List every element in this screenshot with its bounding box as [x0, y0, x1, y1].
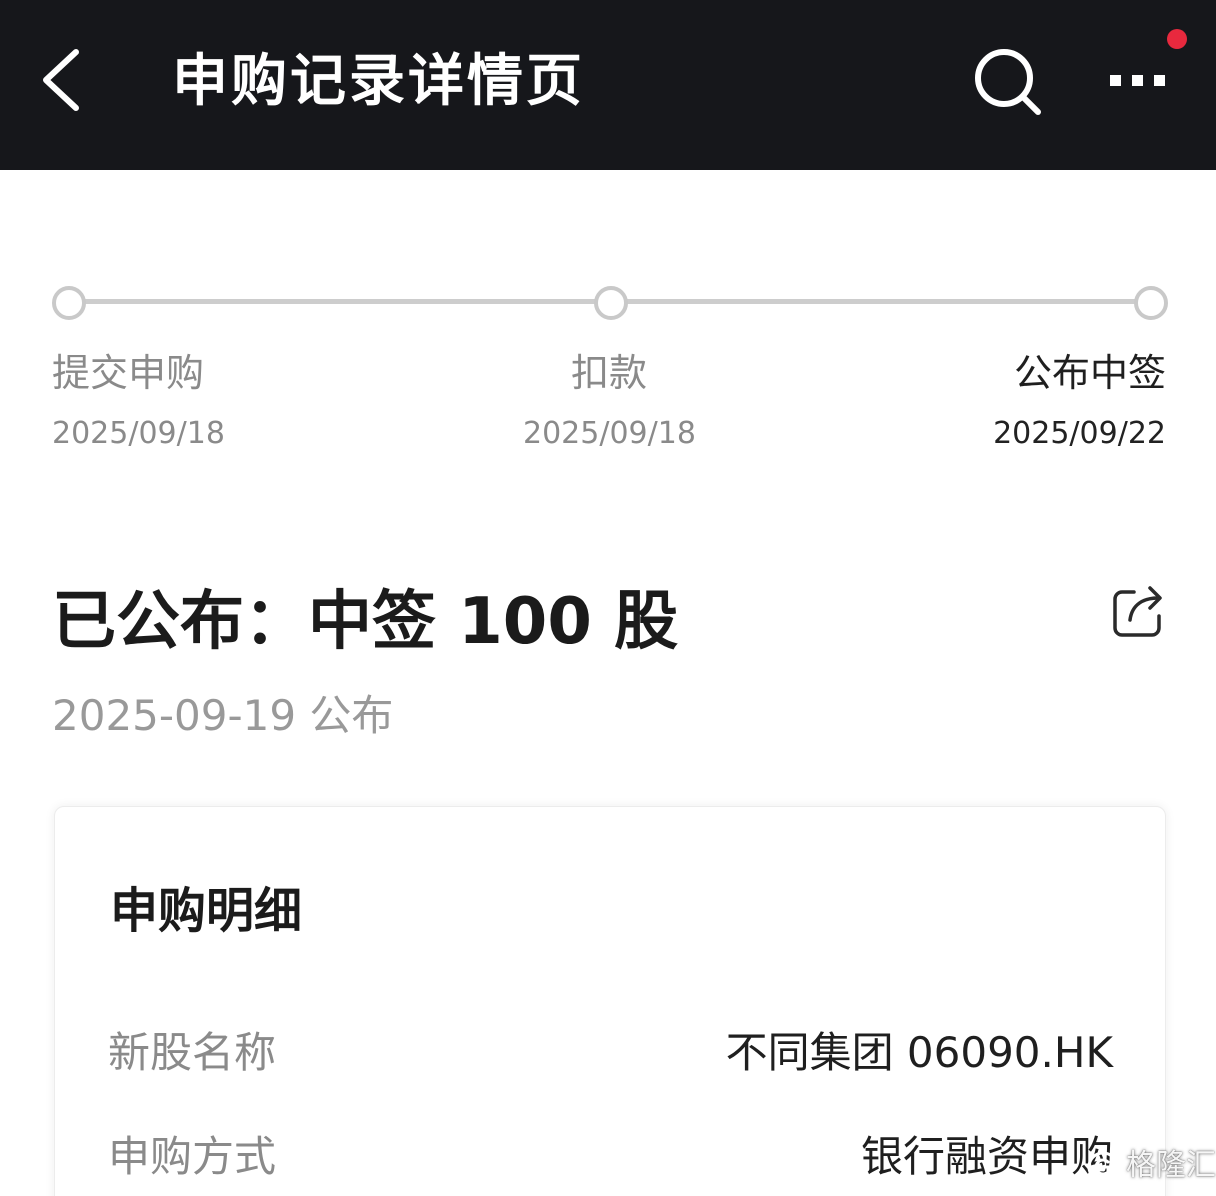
detail-card-title: 申购明细 [110, 883, 303, 939]
share-icon [1113, 586, 1162, 637]
step-label-submit: 提交申购 [52, 351, 205, 395]
result-title: 已公布：中签 100 股 [52, 585, 679, 659]
row-label-method: 申购方式 [108, 1132, 277, 1181]
back-button[interactable] [30, 40, 100, 120]
progress-line-2 [626, 299, 1136, 304]
step-label-announce: 公布中签 [1013, 351, 1166, 395]
share-button[interactable] [1108, 580, 1170, 642]
detail-card: 申购明细 新股名称 不同集团 06090.HK 申购方式 银行融资申购 [54, 806, 1166, 1196]
step-date-deduct: 2025/09/18 [523, 416, 696, 451]
chevron-left-icon [43, 49, 79, 111]
step-date-announce: 2025/09/22 [993, 416, 1166, 451]
step-dot-deduct [594, 286, 628, 320]
step-dot-submit [52, 286, 86, 320]
search-icon [975, 49, 1041, 115]
subscription-detail-page: 申购记录详情页 提交申购 扣款 公布中签 2025/09/18 2025/09/… [0, 0, 1216, 1196]
search-button[interactable] [966, 40, 1050, 124]
row-value-method: 银行融资申购 [860, 1132, 1113, 1181]
more-button[interactable] [1100, 50, 1180, 110]
more-horizontal-icon [1110, 75, 1165, 86]
step-label-deduct: 扣款 [571, 351, 648, 395]
progress-line-1 [84, 299, 596, 304]
page-title: 申购记录详情页 [172, 49, 585, 114]
step-date-submit: 2025/09/18 [52, 416, 225, 451]
watermark-text: 格隆汇 [1126, 1148, 1216, 1183]
step-dot-announce [1134, 286, 1168, 320]
top-bar: 申购记录详情页 [0, 0, 1216, 170]
row-value-stock-name: 不同集团 06090.HK [725, 1028, 1113, 1077]
notification-dot [1167, 29, 1187, 49]
watermark-logo-icon [1087, 1151, 1119, 1183]
watermark: 格隆汇 [1086, 1138, 1216, 1194]
result-date: 2025-09-19 公布 [52, 691, 394, 740]
row-label-stock-name: 新股名称 [108, 1028, 277, 1077]
